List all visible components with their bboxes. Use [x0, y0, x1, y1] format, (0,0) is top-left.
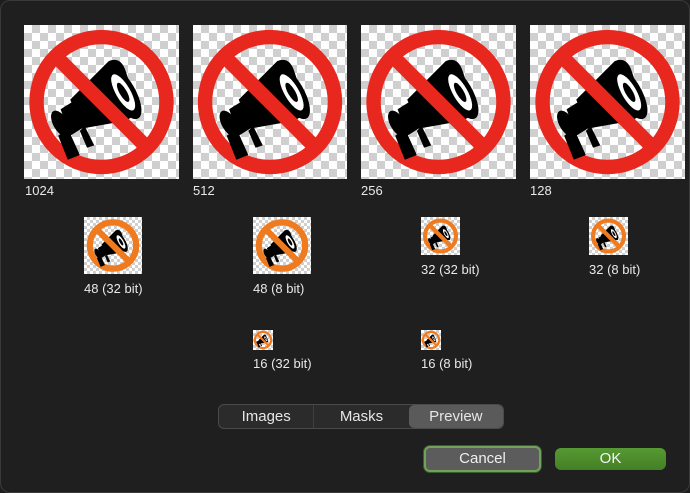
- preview-48-8bit-image: [253, 217, 311, 274]
- no-megaphone-icon: [24, 25, 179, 179]
- preview-32-32bit-image: [421, 217, 460, 255]
- preview-32-8bit-image: [589, 217, 628, 255]
- preview-256-label: 256: [361, 183, 383, 198]
- no-megaphone-icon: [421, 217, 460, 255]
- preview-128-image: [530, 25, 685, 179]
- preview-1024-image: [24, 25, 179, 179]
- preview-16-32bit-image: [253, 330, 273, 350]
- preview-128-label: 128: [530, 183, 552, 198]
- no-megaphone-icon: [253, 217, 311, 274]
- tab-masks[interactable]: Masks: [313, 405, 408, 428]
- preview-48-8bit-label: 48 (8 bit): [253, 281, 305, 296]
- tab-preview[interactable]: Preview: [408, 405, 503, 428]
- ok-button[interactable]: OK: [555, 448, 666, 470]
- no-megaphone-icon: [253, 330, 273, 350]
- no-megaphone-icon: [530, 25, 685, 179]
- cancel-button[interactable]: Cancel: [424, 446, 541, 472]
- view-mode-segmented-control: Images Masks Preview: [218, 404, 504, 429]
- preview-1024-label: 1024: [25, 183, 54, 198]
- preview-512-image: [193, 25, 347, 179]
- preview-256-image: [361, 25, 516, 179]
- preview-32-8bit-label: 32 (8 bit): [589, 262, 641, 277]
- no-megaphone-icon: [361, 25, 516, 179]
- preview-16-8bit-image: [421, 330, 441, 350]
- preview-512-label: 512: [193, 183, 215, 198]
- tab-images[interactable]: Images: [219, 405, 313, 428]
- no-megaphone-icon: [421, 330, 441, 350]
- preview-48-32bit-image: [84, 217, 142, 274]
- no-megaphone-icon: [84, 217, 142, 274]
- icon-preview-dialog: 1024 512 256 128 48 (32 bit) 48 (8 bit) …: [0, 0, 690, 493]
- no-megaphone-icon: [589, 217, 628, 255]
- preview-16-32bit-label: 16 (32 bit): [253, 356, 312, 371]
- preview-32-32bit-label: 32 (32 bit): [421, 262, 480, 277]
- no-megaphone-icon: [193, 25, 347, 179]
- preview-16-8bit-label: 16 (8 bit): [421, 356, 473, 371]
- preview-48-32bit-label: 48 (32 bit): [84, 281, 143, 296]
